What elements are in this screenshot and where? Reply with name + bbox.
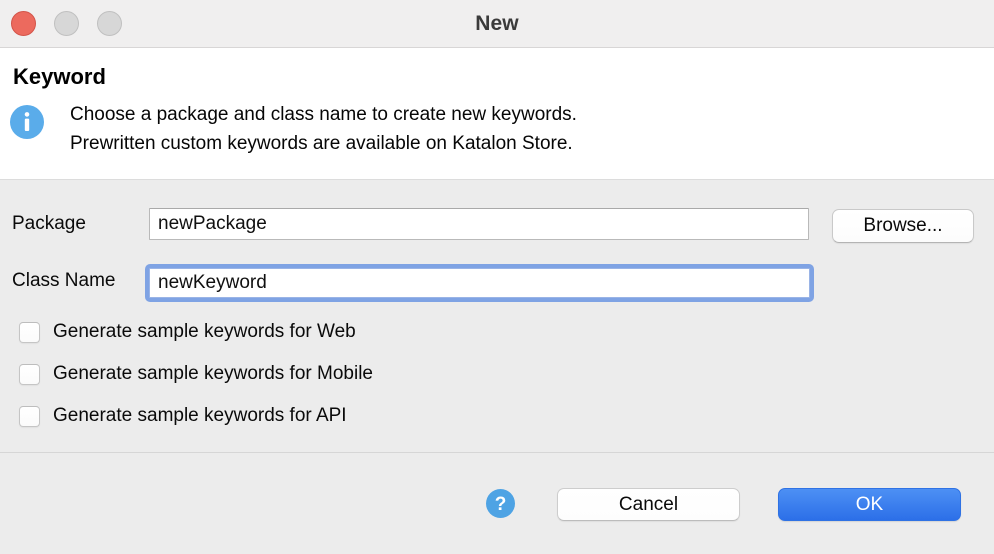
- svg-text:?: ?: [495, 494, 507, 515]
- close-button-icon[interactable]: [11, 11, 36, 36]
- package-input[interactable]: [149, 208, 809, 240]
- checkbox-mobile[interactable]: [19, 364, 40, 385]
- package-row: Package Browse...: [0, 207, 994, 241]
- dialog-body: Package Browse... Class Name Generate sa…: [0, 180, 994, 452]
- dialog-header: Keyword Choose a package and class name …: [0, 48, 994, 180]
- window-controls: [11, 11, 122, 36]
- checkbox-mobile-label: Generate sample keywords for Mobile: [53, 363, 373, 385]
- ok-button[interactable]: OK: [778, 488, 961, 521]
- checkbox-api[interactable]: [19, 406, 40, 427]
- help-button[interactable]: ?: [485, 488, 516, 519]
- info-icon: [8, 103, 46, 141]
- checkbox-web[interactable]: [19, 322, 40, 343]
- checkbox-row-api[interactable]: Generate sample keywords for API: [19, 403, 347, 429]
- zoom-button-icon[interactable]: [97, 11, 122, 36]
- window-title: New: [0, 12, 994, 36]
- header-description-row: Choose a package and class name to creat…: [8, 100, 577, 158]
- checkbox-web-label: Generate sample keywords for Web: [53, 321, 356, 343]
- header-description-line1: Choose a package and class name to creat…: [70, 100, 577, 129]
- page-title: Keyword: [13, 64, 106, 90]
- title-bar: New: [0, 0, 994, 48]
- header-description: Choose a package and class name to creat…: [70, 100, 577, 158]
- checkbox-api-label: Generate sample keywords for API: [53, 405, 347, 427]
- class-name-input[interactable]: [149, 268, 810, 298]
- new-keyword-dialog: New Keyword Choose a package and class n…: [0, 0, 994, 554]
- checkbox-row-mobile[interactable]: Generate sample keywords for Mobile: [19, 361, 373, 387]
- minimize-button-icon[interactable]: [54, 11, 79, 36]
- dialog-footer: ? Cancel OK: [0, 452, 994, 554]
- help-question-icon: ?: [485, 507, 516, 522]
- browse-button[interactable]: Browse...: [832, 209, 974, 243]
- class-name-label: Class Name: [12, 270, 115, 292]
- checkbox-row-web[interactable]: Generate sample keywords for Web: [19, 319, 356, 345]
- class-name-row: Class Name: [0, 264, 994, 298]
- cancel-button[interactable]: Cancel: [557, 488, 740, 521]
- package-label: Package: [12, 213, 86, 235]
- header-description-line2: Prewritten custom keywords are available…: [70, 129, 577, 158]
- class-name-focus-ring: [145, 264, 814, 302]
